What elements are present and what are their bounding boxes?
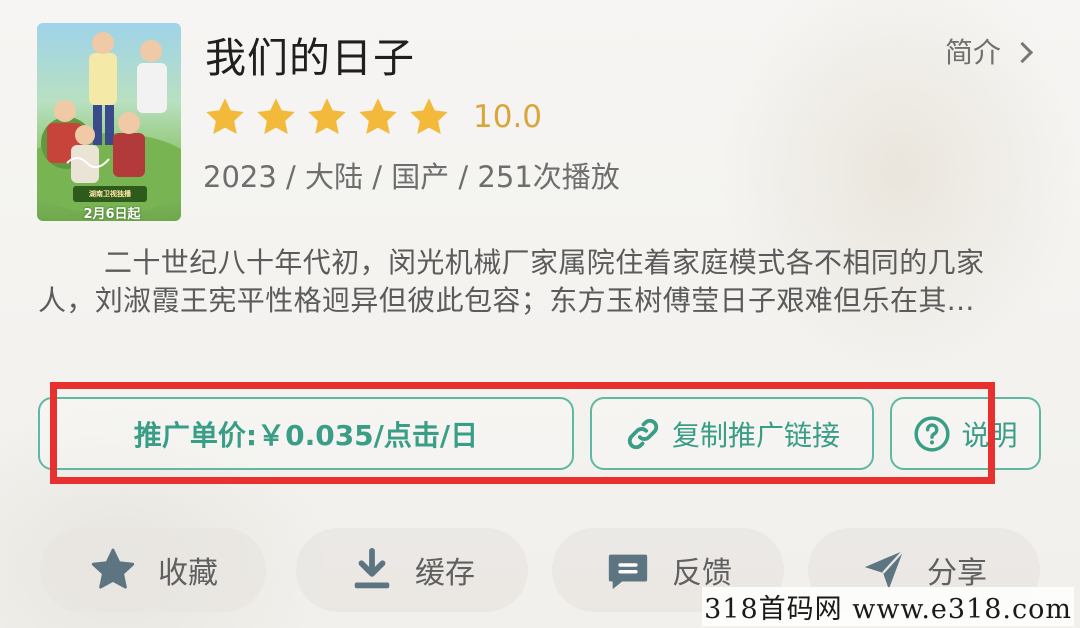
rating: 10.0 xyxy=(202,95,542,139)
cache-button[interactable]: 缓存 xyxy=(296,528,528,612)
download-icon xyxy=(354,547,390,589)
chevron-right-icon xyxy=(1011,41,1034,63)
rating-score: 10.0 xyxy=(473,99,543,135)
movie-poster[interactable]: 湖南卫视独播 2月6日起 xyxy=(37,23,181,221)
movie-description: 二十世纪八十年代初，闵光机械厂家属院住着家庭模式各不相同的几家人，刘淑霞王宪平性… xyxy=(38,246,985,317)
star-icon xyxy=(359,98,397,135)
movie-meta: 2023 / 大陆 / 国产 / 251次播放 xyxy=(203,160,620,194)
feedback-label: 反馈 xyxy=(672,556,732,591)
favorite-button[interactable]: 收藏 xyxy=(40,528,266,612)
star-icon xyxy=(308,98,346,135)
intro-link[interactable]: 简介 xyxy=(944,31,1034,71)
poster-date: 2月6日起 xyxy=(83,207,141,221)
watermark: 318首码网 www.e318.com xyxy=(702,587,1074,626)
star-icon xyxy=(257,98,295,135)
star-icon xyxy=(91,548,135,589)
cache-label: 缓存 xyxy=(415,556,475,591)
star-icon xyxy=(206,98,244,135)
poster-banner: 湖南卫视独播 xyxy=(73,186,147,202)
share-label: 分享 xyxy=(927,556,987,591)
intro-label: 简介 xyxy=(944,36,1001,69)
highlight-box xyxy=(50,382,995,484)
movie-title: 我们的日子 xyxy=(205,34,415,82)
message-icon xyxy=(608,554,648,590)
star-icon xyxy=(410,98,448,135)
favorite-label: 收藏 xyxy=(158,556,218,591)
